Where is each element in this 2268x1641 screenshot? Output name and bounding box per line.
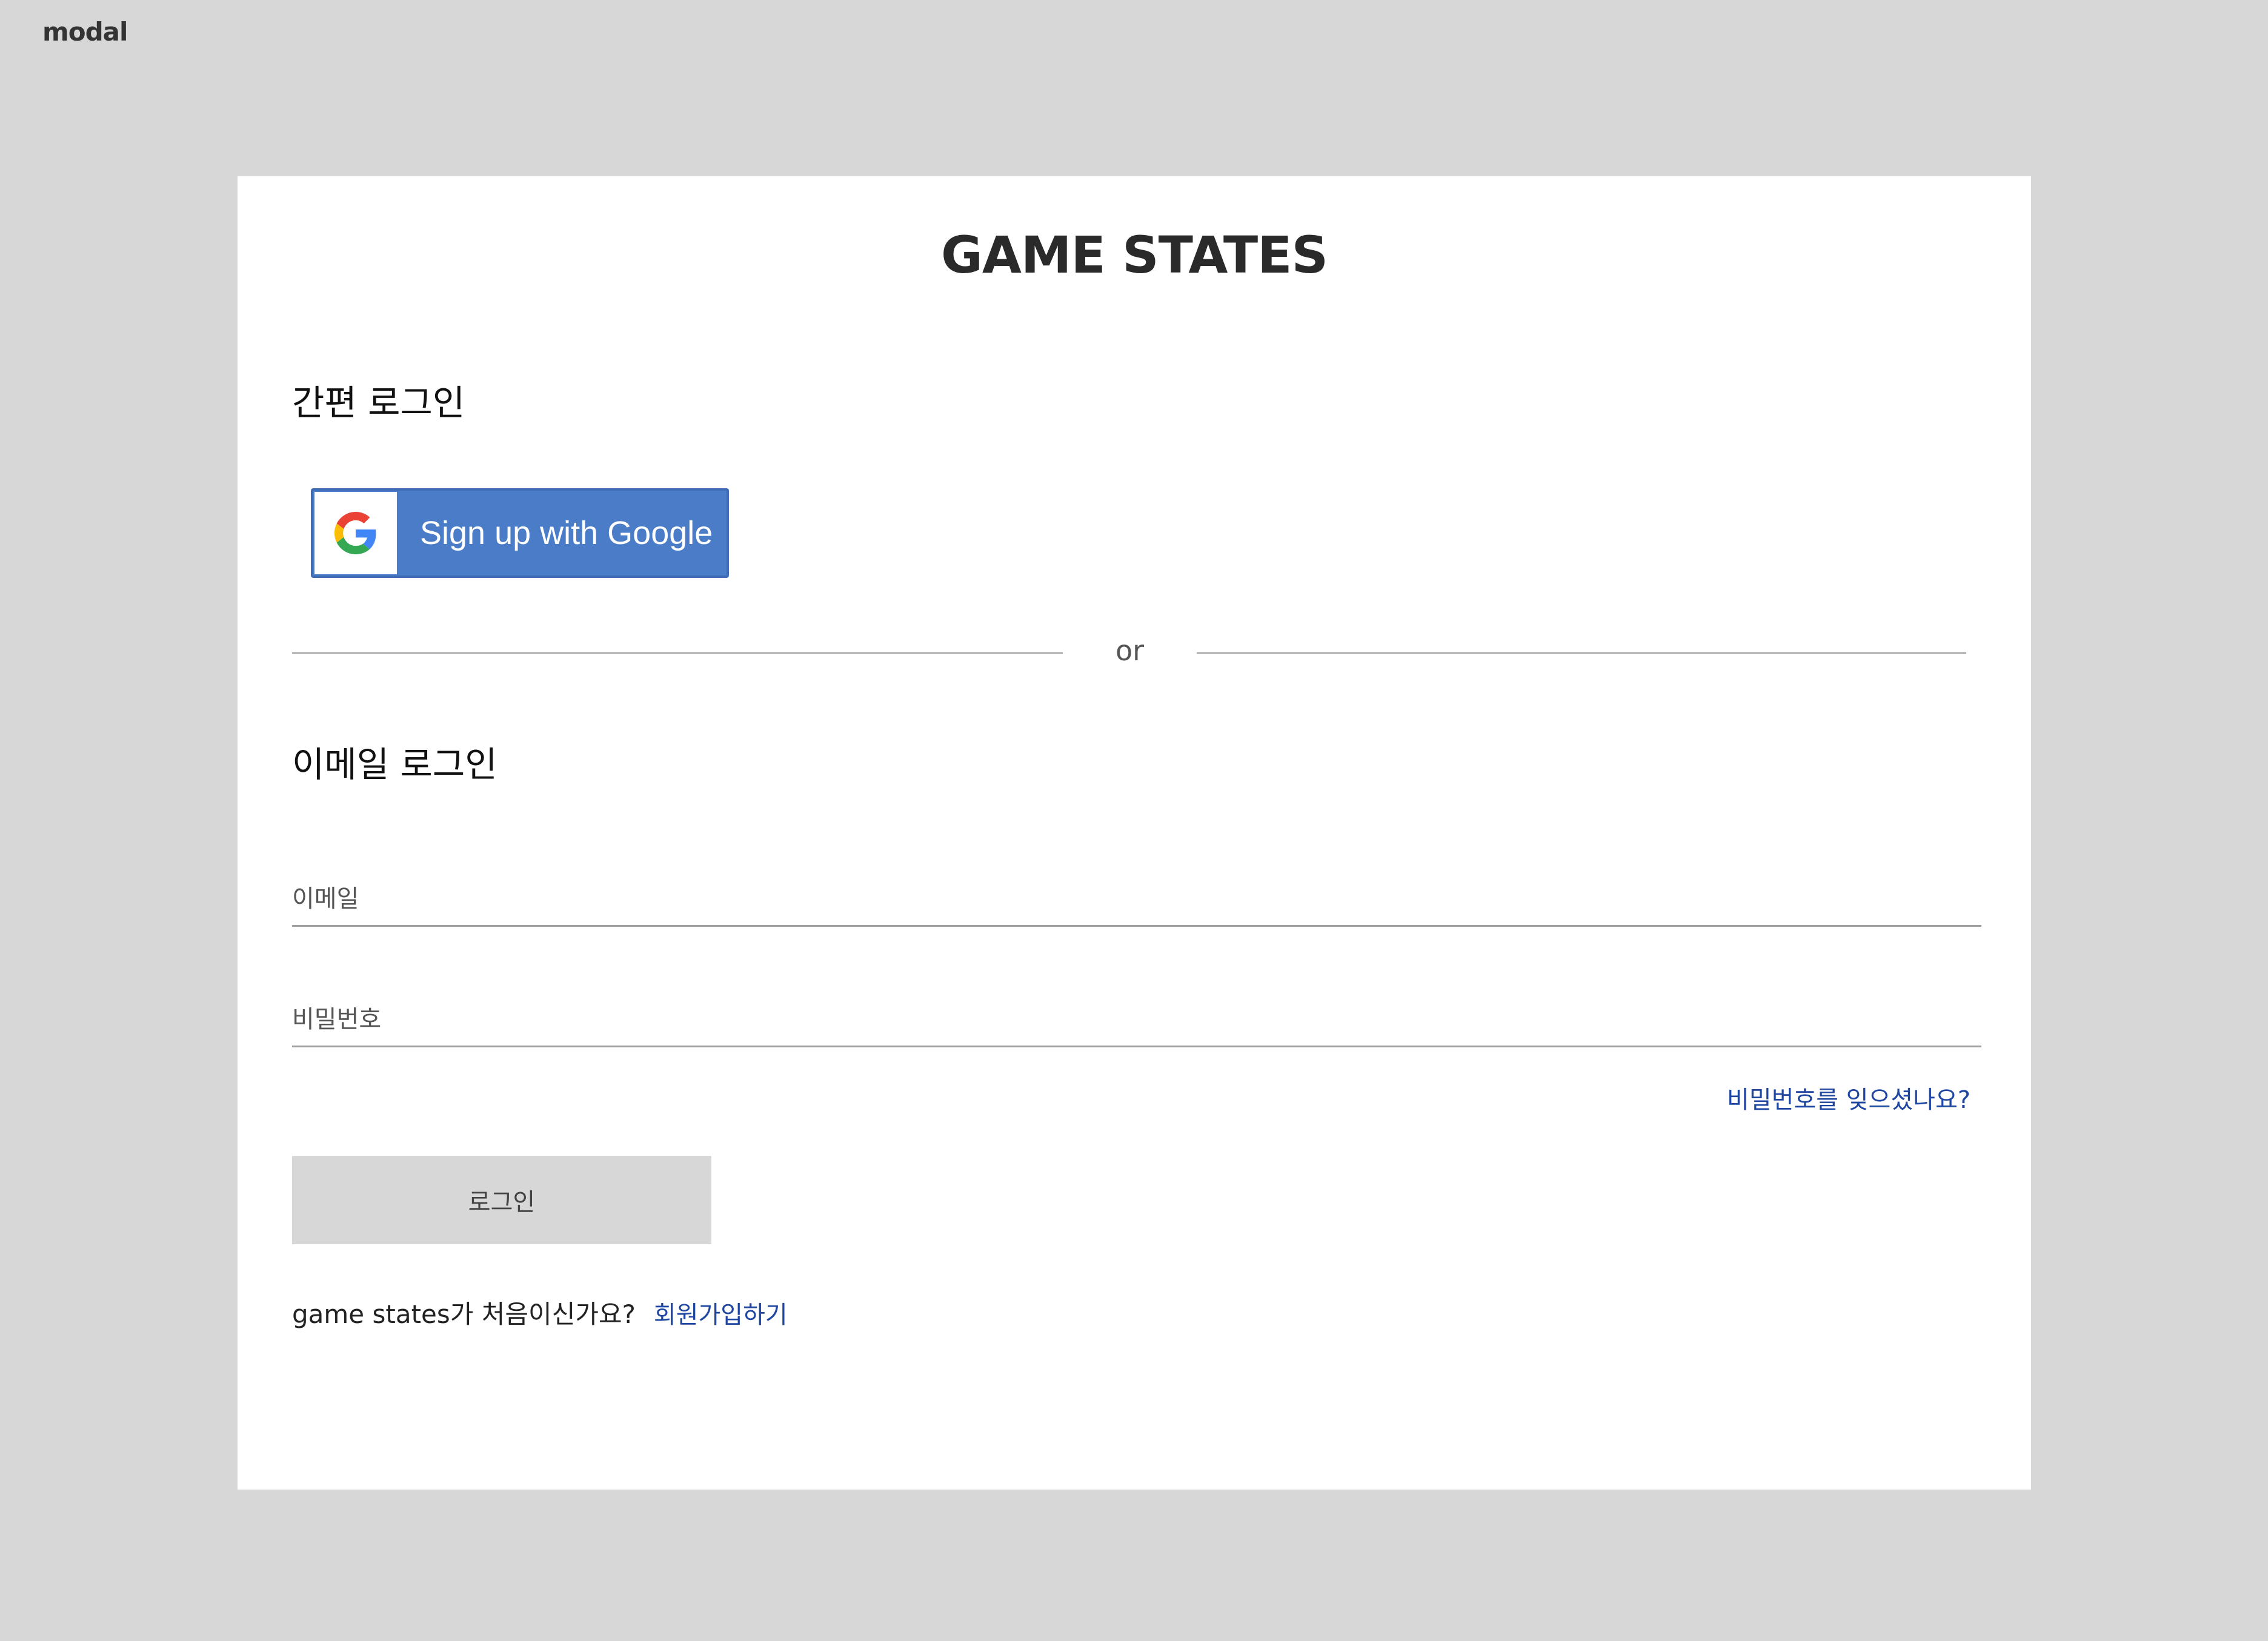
frame-label: modal (42, 17, 128, 47)
signup-row: game states가 처음이신가요? 회원가입하기 (292, 1299, 788, 1329)
google-g-icon (334, 512, 376, 554)
email-input[interactable] (292, 872, 1981, 927)
divider-line-left (292, 652, 1063, 654)
google-signup-button[interactable]: Sign up with Google (311, 488, 729, 578)
forgot-password-link[interactable]: 비밀번호를 잊으셨나요? (1727, 1088, 1970, 1112)
divider-line-right (1197, 652, 1966, 654)
modal-title: GAME STATES (940, 225, 1328, 285)
divider-or-text: or (1115, 634, 1145, 667)
google-icon-container (314, 492, 397, 574)
login-modal: GAME STATES 간편 로그인 Sign up with Google o… (238, 176, 2031, 1490)
quick-login-heading: 간편 로그인 (292, 382, 465, 423)
signup-prompt: game states가 처음이신가요? (292, 1299, 636, 1329)
password-input[interactable] (292, 993, 1981, 1047)
signup-link[interactable]: 회원가입하기 (654, 1303, 788, 1327)
google-signup-label: Sign up with Google (420, 515, 713, 551)
email-login-heading: 이메일 로그인 (292, 744, 497, 785)
login-button[interactable]: 로그인 (292, 1156, 711, 1244)
